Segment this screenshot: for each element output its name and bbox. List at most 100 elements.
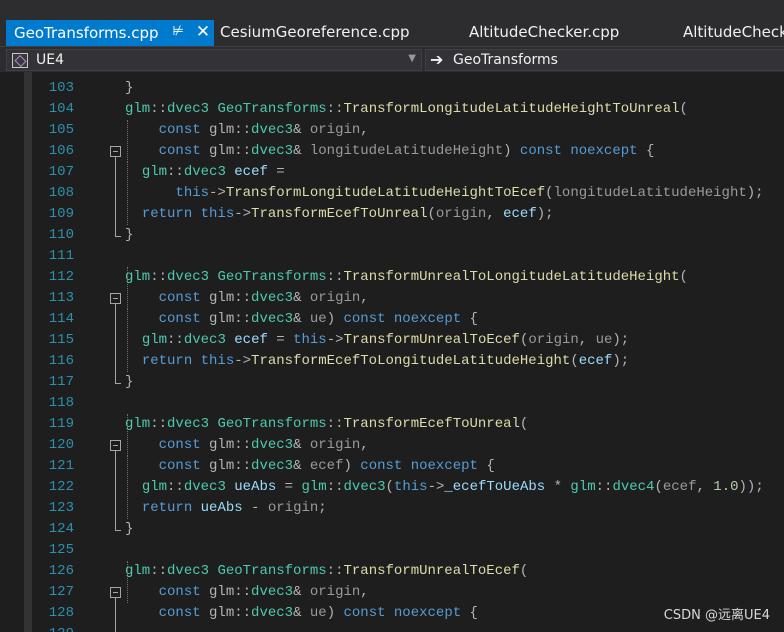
code-line[interactable]: 108 this->TransformLongitudeLatitudeHeig… [0, 183, 784, 204]
code-line[interactable]: 118 [0, 393, 784, 414]
code-token: const [158, 605, 201, 621]
tab-altitudecheck-truncated[interactable]: AltitudeCheck [683, 20, 784, 46]
code-text[interactable]: glm::dvec3 GeoTransforms::TransformUnrea… [125, 561, 528, 582]
collapse-toggle-icon[interactable] [110, 146, 121, 157]
code-text[interactable]: } [125, 225, 133, 246]
fold-range-line [115, 451, 116, 530]
code-line[interactable]: 107 glm::dvec3 ecef = [0, 162, 784, 183]
code-line[interactable]: 112 glm::dvec3 GeoTransforms::TransformUn… [0, 267, 784, 288]
tab-altitudechecker-cpp[interactable]: AltitudeChecker.cpp [469, 20, 619, 46]
code-line[interactable]: 123 return ueAbs - origin; [0, 498, 784, 519]
code-token: dvec3 GeoTransforms [167, 101, 327, 117]
code-token: 1.0 [713, 479, 739, 495]
code-text[interactable]: glm::dvec3 ecef = this->TransformUnrealT… [125, 330, 629, 351]
fold-range-line [115, 304, 116, 383]
code-text[interactable]: glm::dvec3 GeoTransforms::TransformLongi… [125, 99, 688, 120]
code-text[interactable]: glm::dvec3 GeoTransforms::TransformEcefT… [125, 414, 528, 435]
scope-name: GeoTransforms [453, 52, 558, 68]
line-number: 116 [48, 353, 74, 369]
code-text[interactable]: const glm::dvec3& longitudeLatitudeHeigh… [125, 141, 655, 162]
code-token: TransformEcefToUnreal [343, 416, 520, 432]
code-token: ( [545, 185, 554, 201]
code-text[interactable]: this->TransformLongitudeLatitudeHeightTo… [125, 183, 763, 204]
code-line[interactable]: 111 [0, 246, 784, 267]
code-line[interactable]: 109 return this->TransformEcefToUnreal(o… [0, 204, 784, 225]
code-text[interactable]: return this->TransformEcefToLongitudeLat… [125, 351, 629, 372]
tab-label: AltitudeChecker.cpp [469, 23, 620, 41]
code-line[interactable]: 103} [0, 78, 784, 99]
code-line[interactable]: 116 return this->TransformEcefToLongitud… [0, 351, 784, 372]
code-token: dvec3 GeoTransforms [167, 269, 327, 285]
line-number: 127 [48, 584, 74, 600]
code-text[interactable]: } [125, 78, 133, 99]
code-token: return this [141, 206, 235, 222]
code-token: dvec3 [251, 458, 294, 474]
code-line[interactable]: 121 const glm::dvec3& ecef) const noexce… [0, 456, 784, 477]
code-line[interactable]: 114 const glm::dvec3& ue) const noexcept… [0, 309, 784, 330]
cpp-project-icon [12, 53, 28, 68]
code-line[interactable]: 115 glm::dvec3 ecef = this->TransformUnr… [0, 330, 784, 351]
code-token: TransformEcefToLongitudeLatitudeHeight [251, 353, 571, 369]
code-token: { [637, 143, 655, 159]
code-token: :: [150, 269, 168, 285]
code-line[interactable]: 126 glm::dvec3 GeoTransforms::TransformUn… [0, 561, 784, 582]
code-token: & [293, 584, 310, 600]
indent-guide [127, 120, 128, 162]
code-text[interactable]: glm::dvec3 GeoTransforms::TransformUnrea… [125, 267, 688, 288]
line-number: 123 [48, 500, 74, 516]
code-line[interactable]: 119 glm::dvec3 GeoTransforms::TransformEc… [0, 414, 784, 435]
code-line[interactable]: 129 [0, 624, 784, 632]
fold-end-tick [115, 383, 121, 384]
code-text[interactable]: glm::dvec3 ueAbs = glm::dvec3(this->_ece… [125, 477, 764, 498]
code-text[interactable]: } [125, 372, 133, 393]
code-text[interactable]: glm::dvec3 ecef = [125, 162, 285, 183]
code-token: -> [234, 353, 252, 369]
code-editor[interactable]: 103} 104 glm::dvec3 GeoTransforms::Transfo… [0, 72, 784, 632]
code-text[interactable]: const glm::dvec3& ue) const noexcept { [125, 603, 478, 624]
code-token: dvec3 [251, 122, 294, 138]
code-line[interactable]: 105 const glm::dvec3& origin, [0, 120, 784, 141]
code-line[interactable]: 122 glm::dvec3 ueAbs = glm::dvec3(this->… [0, 477, 784, 498]
collapse-toggle-icon[interactable] [110, 293, 121, 304]
code-token: this [175, 185, 210, 201]
code-token: this [293, 332, 327, 348]
code-text[interactable]: const glm::dvec3& ecef) const noexcept { [125, 456, 495, 477]
code-token: dvec3 [183, 332, 226, 348]
code-line[interactable]: 104 glm::dvec3 GeoTransforms::TransformLo… [0, 99, 784, 120]
code-token: , [360, 437, 369, 453]
code-line[interactable]: 125 [0, 540, 784, 561]
code-token: ue [595, 332, 613, 348]
code-text[interactable]: return this->TransformEcefToUnreal(origi… [125, 204, 554, 225]
code-token: glm [570, 479, 596, 495]
code-token: ( [519, 563, 529, 579]
code-text[interactable]: const glm::dvec3& origin, [125, 288, 369, 309]
code-text[interactable]: const glm::dvec3& origin, [125, 582, 369, 603]
code-token: ecef [662, 479, 697, 495]
code-text[interactable]: const glm::dvec3& origin, [125, 120, 369, 141]
tab-cesiumgeoreference-cpp[interactable]: CesiumGeoreference.cpp [220, 20, 410, 46]
line-number: 120 [48, 437, 74, 453]
code-token: :: [150, 101, 168, 117]
code-text[interactable]: } [125, 519, 133, 540]
project-dropdown[interactable]: UE4 ▼ [6, 49, 422, 71]
collapse-toggle-icon[interactable] [110, 587, 121, 598]
line-number: 118 [48, 395, 74, 411]
chevron-down-icon[interactable]: ▼ [408, 53, 416, 64]
code-token: } [125, 521, 134, 537]
code-text[interactable]: const glm::dvec3& ue) const noexcept { [125, 309, 478, 330]
fold-end-tick [115, 530, 121, 531]
close-icon[interactable]: ✕ [194, 20, 212, 46]
tab-geotransforms-cpp[interactable]: GeoTransforms.cpp ⊭ ✕ [6, 20, 214, 46]
code-token: :: [595, 479, 613, 495]
scope-dropdown[interactable]: ➔ GeoTransforms [425, 49, 784, 71]
code-text[interactable]: return ueAbs - origin; [125, 498, 327, 519]
pin-icon[interactable]: ⊭ [170, 20, 186, 46]
indent-guide [127, 267, 128, 309]
code-token: ueAbs [200, 500, 243, 516]
code-text[interactable]: const glm::dvec3& origin, [125, 435, 369, 456]
code-token: { [461, 605, 478, 621]
collapse-toggle-icon[interactable] [110, 440, 121, 451]
code-token: glm:: [200, 605, 252, 621]
indent-guide [127, 561, 128, 603]
